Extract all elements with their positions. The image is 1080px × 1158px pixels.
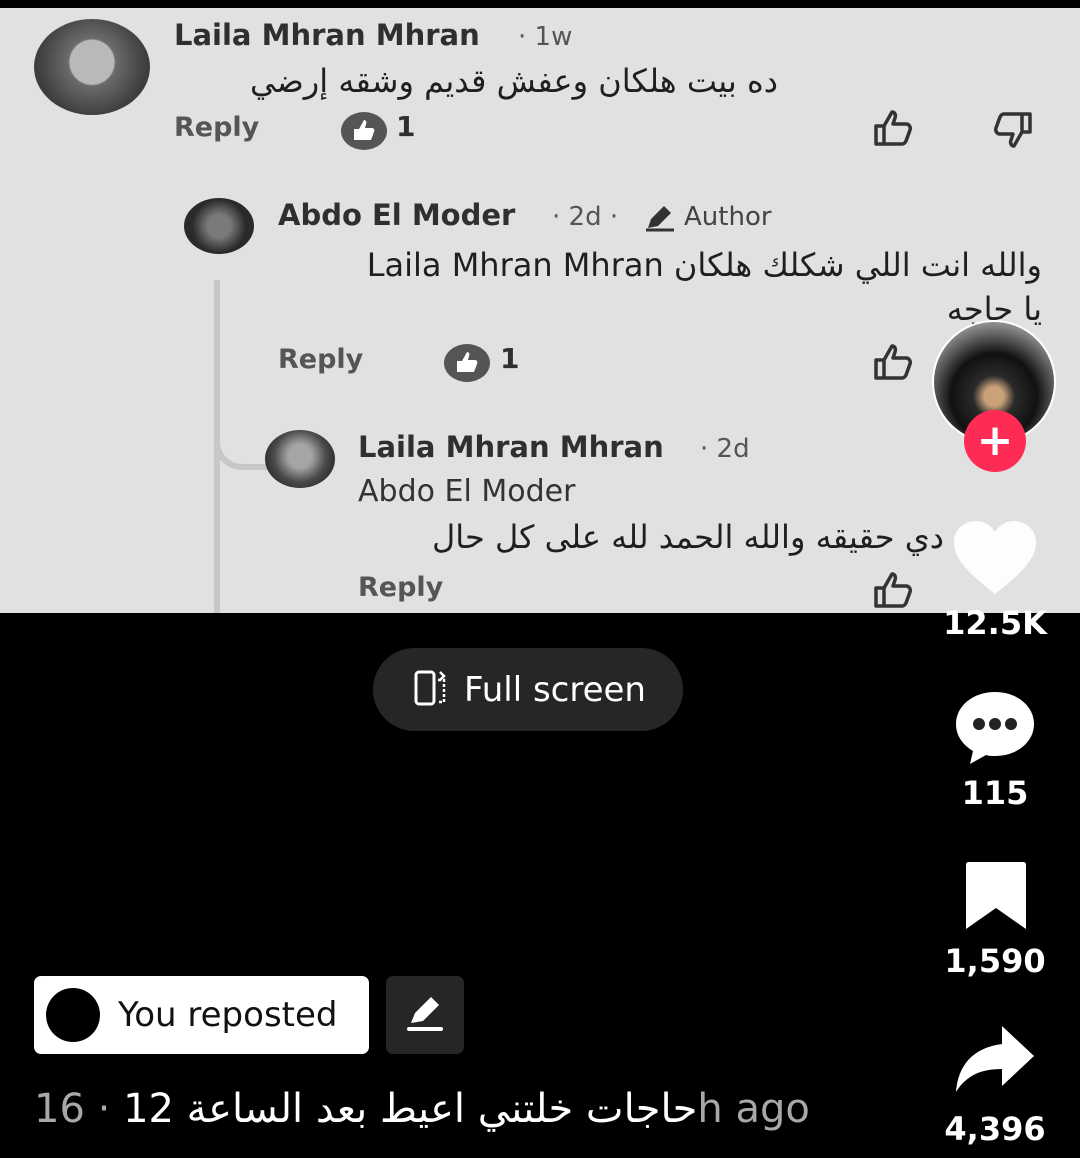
comment-author[interactable]: Abdo El Moder [278, 198, 515, 232]
comment-text: ده بيت هلكان وعفش قديم وشقه إرضي [249, 62, 778, 100]
heart-icon[interactable] [950, 518, 1040, 602]
comment-icon[interactable] [952, 688, 1038, 772]
thumbs-up-icon [340, 110, 388, 156]
reply-button[interactable]: Reply [358, 572, 443, 603]
like-count: 1 [500, 342, 520, 375]
commenter-avatar [34, 19, 150, 115]
reply-button[interactable]: Reply [174, 112, 259, 143]
share-count: 4,396 [944, 1110, 1046, 1148]
comment-text: والله انت اللي شكلك هلكان Laila Mhran Mh… [366, 246, 1042, 284]
commenter-avatar [184, 198, 254, 254]
like-count: 12.5K [943, 604, 1047, 642]
edit-icon [403, 993, 447, 1037]
reply-button[interactable]: Reply [278, 344, 363, 375]
commenter-avatar [265, 430, 335, 488]
author-badge: Author [684, 202, 772, 232]
like-count: 1 [396, 110, 416, 143]
user-avatar [46, 988, 100, 1042]
video-caption[interactable]: حاجات خلتني اعيط بعد الساعة 12 · 16h ago [34, 1086, 810, 1132]
mention[interactable]: Abdo El Moder [358, 474, 575, 509]
fullscreen-button[interactable]: Full screen [373, 648, 683, 731]
repost-label: You reposted [118, 995, 338, 1035]
comment-time: · 1w [518, 22, 573, 52]
edit-button[interactable] [386, 976, 464, 1054]
comment-author[interactable]: Laila Mhran Mhran [358, 430, 664, 464]
save-count: 1,590 [944, 942, 1046, 980]
bookmark-icon[interactable] [963, 858, 1029, 936]
comment-text-line2: يا حاجه [946, 290, 1042, 328]
thumbs-up-icon[interactable] [872, 342, 918, 386]
fullscreen-label: Full screen [464, 669, 646, 710]
comment-text: دي حقيقه والله الحمد لله على كل حال [431, 518, 944, 556]
repost-badge[interactable]: You reposted [34, 976, 369, 1054]
thread-connector [214, 428, 270, 470]
comment-count: 115 [961, 774, 1029, 812]
comment-author[interactable]: Laila Mhran Mhran [174, 18, 480, 52]
thumbs-up-icon[interactable] [872, 108, 918, 152]
thumbs-up-icon [443, 342, 491, 388]
comment-time: · 2d · [552, 202, 619, 232]
follow-button[interactable]: + [964, 410, 1026, 472]
thumbs-up-icon[interactable] [872, 570, 918, 613]
video-frame[interactable]: Laila Mhran Mhran · 1w ده بيت هلكان وعفش… [0, 8, 1080, 613]
comment-time: · 2d [700, 434, 750, 464]
pencil-icon [644, 204, 676, 236]
thumbs-down-icon[interactable] [988, 110, 1034, 154]
fullscreen-icon [410, 668, 450, 712]
caption-text: حاجات خلتني اعيط بعد الساعة 12 [123, 1086, 698, 1132]
follow-plus-icon: + [976, 415, 1014, 466]
share-icon[interactable] [952, 1022, 1038, 1100]
